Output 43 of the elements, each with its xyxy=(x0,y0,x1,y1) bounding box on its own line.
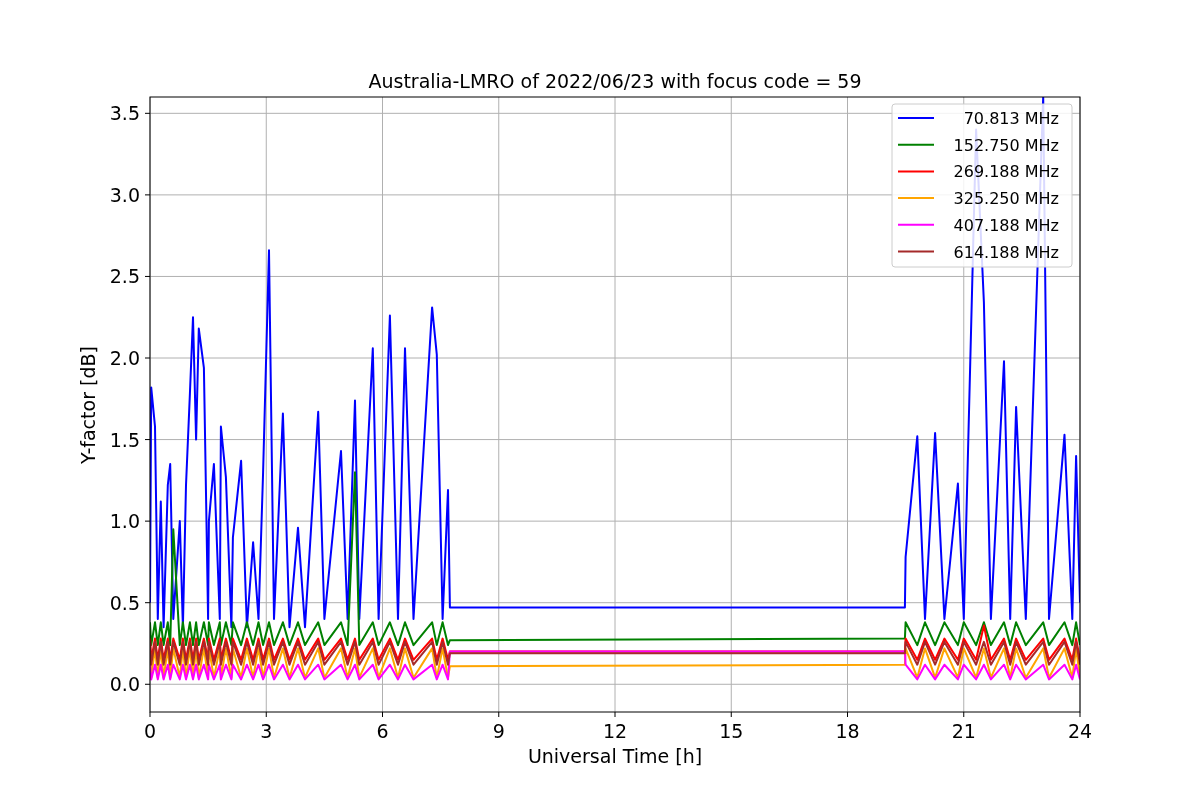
tick-mark xyxy=(144,275,151,277)
tick-mark xyxy=(144,683,151,685)
tick-mark xyxy=(730,711,732,718)
tick-mark xyxy=(963,711,965,718)
x-tick-label: 21 xyxy=(951,720,976,742)
y-tick-label: 3.0 xyxy=(109,183,140,206)
y-tick-label: 2.5 xyxy=(109,265,140,288)
x-axis-label: Universal Time [h] xyxy=(527,745,703,767)
y-tick-label: 2.0 xyxy=(109,347,140,369)
chart-title: Australia-LMRO of 2022/06/23 with focus code = 59 xyxy=(368,70,862,92)
tick-mark xyxy=(144,357,151,359)
y-tick-label: 0.0 xyxy=(109,673,140,696)
x-tick-label: 15 xyxy=(719,720,744,742)
tick-mark xyxy=(847,711,848,718)
legend-label: 407.188 MHz xyxy=(953,215,1059,235)
tick-mark xyxy=(265,711,267,718)
x-tick-label: 6 xyxy=(376,720,389,742)
legend-label: 614.188 MHz xyxy=(953,242,1059,262)
legend-label: 269.188 MHz xyxy=(953,162,1059,182)
x-tick-label: 9 xyxy=(492,720,505,742)
tick-mark xyxy=(149,711,151,718)
tick-mark xyxy=(144,112,151,114)
y-tick-label: 3.5 xyxy=(109,102,140,125)
tick-mark xyxy=(144,439,151,441)
x-tick-label: 0 xyxy=(143,720,157,742)
tick-mark xyxy=(614,711,616,718)
tick-mark xyxy=(1079,711,1081,718)
x-tick-label: 24 xyxy=(1067,720,1093,742)
y-axis-label: Y-factor [dB] xyxy=(77,346,99,464)
legend-label: 70.813 MHz xyxy=(963,109,1059,128)
x-tick-label: 3 xyxy=(260,720,273,742)
legend-label: 325.250 MHz xyxy=(953,189,1059,209)
tick-mark xyxy=(144,602,151,604)
y-tick-label: 1.5 xyxy=(109,428,140,451)
tick-mark xyxy=(498,711,500,718)
x-tick-label: 12 xyxy=(602,720,628,742)
y-tick-label: 1.0 xyxy=(109,510,140,533)
tick-mark xyxy=(144,520,151,522)
tick-mark xyxy=(382,711,383,718)
x-tick-label: 18 xyxy=(835,720,860,742)
y-tick-label: 0.5 xyxy=(109,591,140,614)
legend-label: 152.750 MHz xyxy=(953,135,1059,155)
tick-mark xyxy=(144,194,151,196)
